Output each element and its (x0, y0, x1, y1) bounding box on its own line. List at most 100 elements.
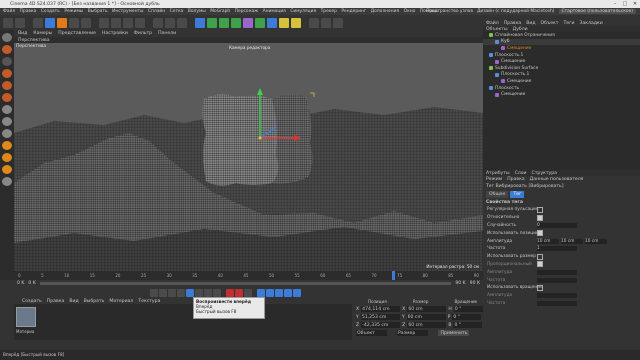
object-name[interactable]: Плоскость.1 (495, 53, 523, 58)
tab-layers[interactable]: Слои (515, 171, 527, 176)
prop-field[interactable] (537, 277, 577, 283)
preview-start[interactable]: 0 K (28, 281, 35, 286)
redo-icon[interactable] (15, 17, 25, 28)
deformer-icon[interactable] (243, 17, 253, 28)
camera-icon[interactable] (279, 17, 289, 28)
attr-menu-edit[interactable]: Правка (507, 177, 524, 182)
viewport-menu-cameras[interactable]: Камеры (33, 31, 52, 36)
object-row[interactable]: Плоскость.1 (483, 52, 640, 59)
material-name[interactable]: Материа (16, 329, 34, 334)
rotate-icon[interactable] (81, 17, 91, 28)
om-menu-edit[interactable]: Правка (504, 21, 521, 26)
layout-select[interactable]: Стартовое (пользовательское) (558, 9, 636, 14)
live-select-icon[interactable] (45, 17, 55, 28)
points-mode-icon[interactable] (2, 69, 12, 78)
mat-menu-select[interactable]: Выбрать (84, 299, 105, 304)
play-forward-icon[interactable] (186, 288, 194, 297)
object-row[interactable]: Плоскость (483, 85, 640, 92)
mat-menu-create[interactable]: Создать (22, 299, 42, 304)
next-key-icon[interactable] (204, 288, 212, 297)
size-z-field[interactable]: 60 cm (407, 322, 447, 328)
make-editable-icon[interactable] (2, 33, 12, 42)
viewport-solo-icon[interactable] (333, 17, 343, 28)
prop-checkbox[interactable] (537, 284, 543, 291)
attr-menu-userdata[interactable]: Данные пользователя (530, 177, 584, 182)
undo-icon[interactable] (3, 17, 13, 28)
axis-mode-icon[interactable] (2, 117, 12, 126)
object-row[interactable]: Плоскость.1 (483, 72, 640, 79)
object-row[interactable]: Смещение (483, 58, 640, 65)
mat-menu-material[interactable]: Материал (109, 299, 133, 304)
axis-x-icon[interactable] (99, 17, 109, 28)
object-name[interactable]: Смещение (501, 59, 525, 64)
mat-menu-view[interactable]: Вид (69, 299, 78, 304)
menu-extensions[interactable]: Дополнения (371, 9, 399, 14)
tab-attributes[interactable]: Атрибуты (486, 171, 510, 176)
viewport-menu-display[interactable]: Представление (58, 31, 96, 36)
tab-tag[interactable]: Тег (510, 190, 525, 198)
axis-y-icon[interactable] (111, 17, 121, 28)
menu-tracker[interactable]: Трекер (321, 9, 337, 14)
prop-field[interactable]: 10 cm (537, 238, 559, 244)
om-menu-bookmarks[interactable]: Закладки (580, 21, 603, 26)
object-name[interactable]: Subdivision Surface (495, 66, 538, 71)
menu-modes[interactable]: Режимы (64, 9, 83, 14)
render-view-icon[interactable] (153, 17, 163, 28)
move-icon[interactable] (57, 17, 67, 28)
prev-key-icon[interactable] (159, 288, 167, 297)
lock-workplane-icon[interactable] (2, 165, 12, 174)
prop-field[interactable]: 10 cm (561, 238, 583, 244)
viewport-menu-panel[interactable]: Панели (158, 31, 176, 36)
object-name[interactable]: Смещение (501, 92, 525, 97)
prop-checkbox[interactable] (537, 214, 543, 221)
playhead[interactable] (392, 271, 395, 280)
polygons-mode-icon[interactable] (2, 93, 12, 102)
menu-spline[interactable]: Сплайн (148, 9, 165, 14)
preview-end[interactable]: 90 K (455, 281, 465, 286)
object-row[interactable]: Куб (483, 38, 640, 46)
snapping-icon[interactable] (2, 141, 12, 150)
menu-window[interactable]: Окно (404, 9, 416, 14)
size-mode-select[interactable]: Размер (397, 330, 428, 336)
viewport-menu-filter[interactable]: Фильтр (134, 31, 152, 36)
menu-mesh[interactable]: Сетка (170, 9, 184, 14)
spline-pen-icon[interactable] (207, 17, 217, 28)
layout-option[interactable]: Дизайн (с подударной Macintosh) (477, 9, 555, 14)
workplane-icon[interactable] (321, 17, 331, 28)
pla-key-icon[interactable] (293, 288, 301, 297)
cube-icon[interactable] (195, 17, 205, 28)
menu-tools[interactable]: Инструменты (112, 9, 143, 14)
mat-menu-edit[interactable]: Правка (47, 299, 64, 304)
menu-animation[interactable]: Анимация (263, 9, 286, 14)
timeline-ruler[interactable]: 0 5 10 15 20 25 30 35 40 45 50 55 60 65 … (14, 271, 483, 280)
menu-select[interactable]: Выбрать (88, 9, 108, 14)
render-settings-icon[interactable] (177, 17, 187, 28)
tab-takes[interactable]: Дубли (513, 27, 528, 32)
model-mode-icon[interactable] (2, 45, 12, 54)
menu-edit[interactable]: Правка (20, 9, 37, 14)
prop-field[interactable]: 10 cm (585, 238, 607, 244)
menu-simulation[interactable]: Симуляция (290, 9, 316, 14)
record-icon[interactable] (226, 288, 234, 297)
sculpt-icon[interactable] (2, 177, 12, 186)
object-row[interactable]: Смещение (483, 91, 640, 98)
om-menu-object[interactable]: Объект (541, 21, 559, 26)
snap-icon[interactable] (309, 17, 319, 28)
tab-objects[interactable]: Объекты (486, 27, 508, 32)
menu-mograph[interactable]: MoGraph (210, 9, 230, 14)
param-key-icon[interactable] (284, 288, 292, 297)
prop-checkbox[interactable] (537, 230, 543, 237)
material-swatch[interactable] (16, 307, 36, 327)
perspective-viewport[interactable]: Перспектива Камера редактора Интервал ра… (14, 43, 483, 271)
maximize-button[interactable]: □ (620, 0, 630, 8)
rot-h-field[interactable]: 0 ° (453, 306, 483, 312)
viewport-menu-view[interactable]: Вид (18, 31, 27, 36)
pos-x-field[interactable]: 474,114 cm (361, 306, 401, 312)
pos-y-field[interactable]: 51,253 cm (360, 314, 400, 320)
object-name[interactable]: Смещение (507, 46, 531, 51)
material-area[interactable]: Материа (14, 304, 352, 340)
select-arrow-icon[interactable] (33, 17, 43, 28)
position-key-icon[interactable] (257, 288, 265, 297)
play-backward-icon[interactable] (177, 288, 185, 297)
uv-mode-icon[interactable] (2, 105, 12, 114)
